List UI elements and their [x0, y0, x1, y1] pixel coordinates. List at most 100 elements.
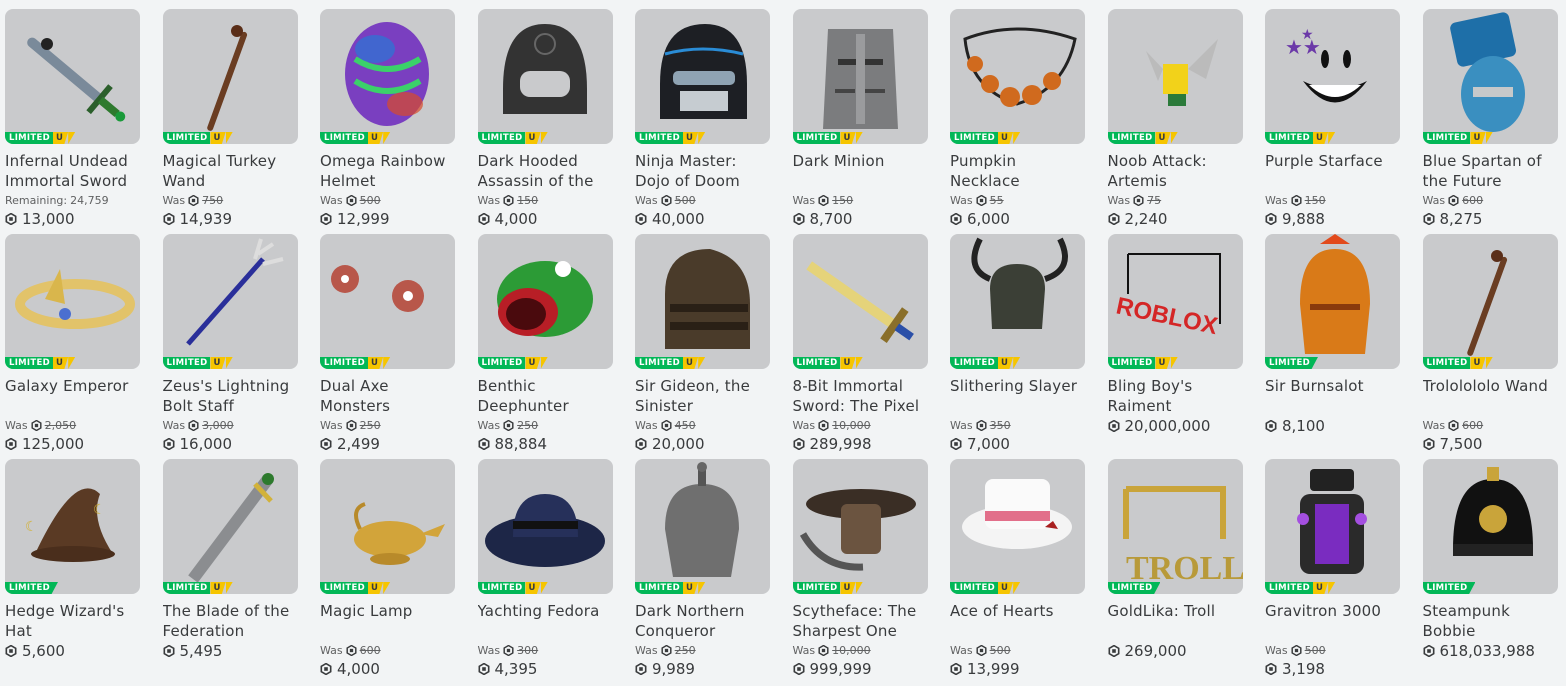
item-price: 13,000: [5, 209, 140, 229]
item-thumbnail[interactable]: LIMITED U: [1265, 459, 1400, 594]
item-card[interactable]: LIMITED U Dual Axe Monsters Was 250 2,499: [320, 234, 455, 459]
item-name[interactable]: Magical Turkey Wand: [163, 151, 298, 191]
item-thumbnail[interactable]: LIMITED U: [635, 9, 770, 144]
item-name[interactable]: Bling Boy's Raiment: [1108, 376, 1243, 416]
item-card[interactable]: LIMITED U Sir Gideon, the Sinister Was 450…: [635, 234, 770, 459]
item-name[interactable]: Yachting Fedora: [478, 601, 613, 641]
item-name[interactable]: Dual Axe Monsters: [320, 376, 455, 416]
item-card[interactable]: LIMITED U Yachting Fedora Was 300 4,395: [477, 459, 613, 686]
item-thumbnail[interactable]: ★★ ★ LIMITED U: [1265, 9, 1400, 144]
item-thumbnail[interactable]: LIMITED U: [162, 459, 298, 594]
item-thumbnail[interactable]: LIMITED U: [792, 234, 928, 369]
item-card[interactable]: LIMITED U Dark Northern Conqueror Was 250 …: [635, 459, 770, 686]
item-thumbnail[interactable]: LIMITED U: [635, 234, 770, 369]
item-card[interactable]: LIMITED U Dark Minion Was 150 8,700: [792, 9, 928, 234]
item-name[interactable]: Noob Attack: Artemis: [1108, 151, 1243, 191]
item-card[interactable]: LIMITED U Magical Turkey Wand Was 750 14,9…: [162, 9, 298, 234]
item-thumbnail[interactable]: TROLL LIMITED: [1107, 459, 1243, 594]
item-thumbnail[interactable]: LIMITED U: [792, 9, 928, 144]
limited-label: LIMITED: [1107, 132, 1156, 144]
item-card[interactable]: LIMITED Steampunk Bobbie 618,033,988: [1422, 459, 1558, 686]
item-name[interactable]: Ninja Master: Dojo of Doom: [635, 151, 770, 191]
item-card[interactable]: LIMITED U Ninja Master: Dojo of Doom Was 5…: [635, 9, 770, 234]
item-card[interactable]: LIMITED U Pumpkin Necklace Was 55 6,000: [950, 9, 1085, 234]
item-thumbnail[interactable]: LIMITED U: [1422, 9, 1558, 144]
item-thumbnail[interactable]: LIMITED U: [320, 234, 455, 369]
item-thumbnail[interactable]: ROBLOX LIMITED U: [1107, 234, 1243, 369]
item-name[interactable]: Gravitron 3000: [1265, 601, 1400, 641]
item-card[interactable]: LIMITED U Scytheface: The Sharpest One Wa…: [792, 459, 928, 686]
item-card[interactable]: LIMITED U Blue Spartan of the Future Was 6…: [1422, 9, 1558, 234]
item-name[interactable]: Purple Starface: [1265, 151, 1400, 191]
item-name[interactable]: 8-Bit Immortal Sword: The Pixel: [793, 376, 928, 416]
item-card[interactable]: LIMITED U Galaxy Emperor Was 2,050 125,000: [5, 234, 140, 459]
item-thumbnail[interactable]: LIMITED U: [1107, 9, 1243, 144]
item-name[interactable]: Sir Burnsalot: [1265, 376, 1400, 416]
item-thumbnail[interactable]: LIMITED: [1422, 459, 1558, 594]
item-card[interactable]: LIMITED U Magic Lamp Was 600 4,000: [320, 459, 455, 686]
item-card[interactable]: ☾ ☾ LIMITED Hedge Wizard's Hat 5,600: [5, 459, 140, 686]
item-name[interactable]: Trololololo Wand: [1423, 376, 1558, 416]
item-thumbnail[interactable]: LIMITED U: [635, 459, 770, 594]
item-card[interactable]: LIMITED U Gravitron 3000 Was 500 3,198: [1265, 459, 1400, 686]
robux-icon: [635, 438, 647, 450]
robux-icon: [503, 420, 514, 431]
item-thumbnail[interactable]: LIMITED U: [162, 234, 298, 369]
item-card[interactable]: LIMITED U Trololololo Wand Was 600 7,500: [1422, 234, 1558, 459]
item-card[interactable]: LIMITED U Zeus's Lightning Bolt Staff Was…: [162, 234, 298, 459]
item-name[interactable]: Hedge Wizard's Hat: [5, 601, 140, 641]
item-name[interactable]: Dark Minion: [793, 151, 928, 191]
item-name[interactable]: Zeus's Lightning Bolt Staff: [163, 376, 298, 416]
item-card[interactable]: TROLL LIMITED GoldLika: Troll 269,000: [1107, 459, 1243, 686]
item-card[interactable]: ROBLOX LIMITED U Bling Boy's Raiment 20,0…: [1107, 234, 1243, 459]
item-card[interactable]: LIMITED Sir Burnsalot 8,100: [1265, 234, 1400, 459]
item-name[interactable]: Sir Gideon, the Sinister: [635, 376, 770, 416]
price-value: 125,000: [22, 435, 85, 453]
item-thumbnail[interactable]: LIMITED U: [320, 459, 455, 594]
item-card[interactable]: LIMITED U Omega Rainbow Helmet Was 500 12,…: [320, 9, 455, 234]
item-thumbnail[interactable]: LIMITED U: [950, 459, 1085, 594]
item-name[interactable]: Benthic Deephunter: [478, 376, 613, 416]
item-card[interactable]: LIMITED U Dark Hooded Assassin of the Was…: [477, 9, 613, 234]
item-card[interactable]: LIMITED U Slithering Slayer Was 350 7,000: [950, 234, 1085, 459]
item-name[interactable]: Steampunk Bobbie: [1423, 601, 1558, 641]
item-thumbnail[interactable]: LIMITED U: [950, 9, 1085, 144]
item-name[interactable]: Galaxy Emperor: [5, 376, 140, 416]
item-name[interactable]: Scytheface: The Sharpest One: [793, 601, 928, 641]
item-name[interactable]: The Blade of the Federation: [163, 601, 298, 641]
item-thumbnail[interactable]: LIMITED U: [477, 459, 613, 594]
item-name[interactable]: Ace of Hearts: [950, 601, 1085, 641]
item-thumbnail[interactable]: LIMITED U: [950, 234, 1085, 369]
item-name[interactable]: GoldLika: Troll: [1108, 601, 1243, 641]
item-name[interactable]: Blue Spartan of the Future: [1423, 151, 1558, 191]
item-name[interactable]: Slithering Slayer: [950, 376, 1085, 416]
item-thumbnail[interactable]: LIMITED U: [5, 234, 140, 369]
item-name[interactable]: Magic Lamp: [320, 601, 455, 641]
item-name[interactable]: Omega Rainbow Helmet: [320, 151, 455, 191]
item-card[interactable]: LIMITED U Infernal Undead Immortal Sword …: [5, 9, 140, 234]
item-name[interactable]: Infernal Undead Immortal Sword: [5, 151, 140, 191]
item-thumbnail[interactable]: ☾ ☾ LIMITED: [5, 459, 140, 594]
item-name[interactable]: Pumpkin Necklace: [950, 151, 1085, 191]
robux-icon: [950, 438, 962, 450]
item-thumbnail[interactable]: LIMITED U: [5, 9, 140, 144]
item-thumbnail[interactable]: LIMITED U: [320, 9, 455, 144]
item-thumbnail[interactable]: LIMITED U: [477, 234, 613, 369]
item-thumbnail[interactable]: LIMITED U: [792, 459, 928, 594]
item-price: 289,998: [793, 434, 928, 454]
item-card[interactable]: LIMITED U 8-Bit Immortal Sword: The Pixel…: [792, 234, 928, 459]
price-value: 4,395: [494, 660, 538, 678]
item-thumbnail[interactable]: LIMITED U: [162, 9, 298, 144]
item-thumbnail[interactable]: LIMITED: [1265, 234, 1400, 369]
item-card[interactable]: LIMITED U Benthic Deephunter Was 250 88,88…: [477, 234, 613, 459]
item-card[interactable]: LIMITED U The Blade of the Federation 5,4…: [162, 459, 298, 686]
item-name[interactable]: Dark Hooded Assassin of the: [478, 151, 613, 191]
item-card[interactable]: ★★ ★ LIMITED U Purple Starface Was 150 9,88…: [1265, 9, 1400, 234]
item-card[interactable]: LIMITED U Ace of Hearts Was 500 13,999: [950, 459, 1085, 686]
item-name[interactable]: Dark Northern Conqueror: [635, 601, 770, 641]
item-thumbnail[interactable]: LIMITED U: [1422, 234, 1558, 369]
item-card[interactable]: LIMITED U Noob Attack: Artemis Was 75 2,24…: [1107, 9, 1243, 234]
limited-label: LIMITED: [320, 357, 368, 369]
robux-icon: [163, 213, 175, 225]
item-thumbnail[interactable]: LIMITED U: [477, 9, 613, 144]
